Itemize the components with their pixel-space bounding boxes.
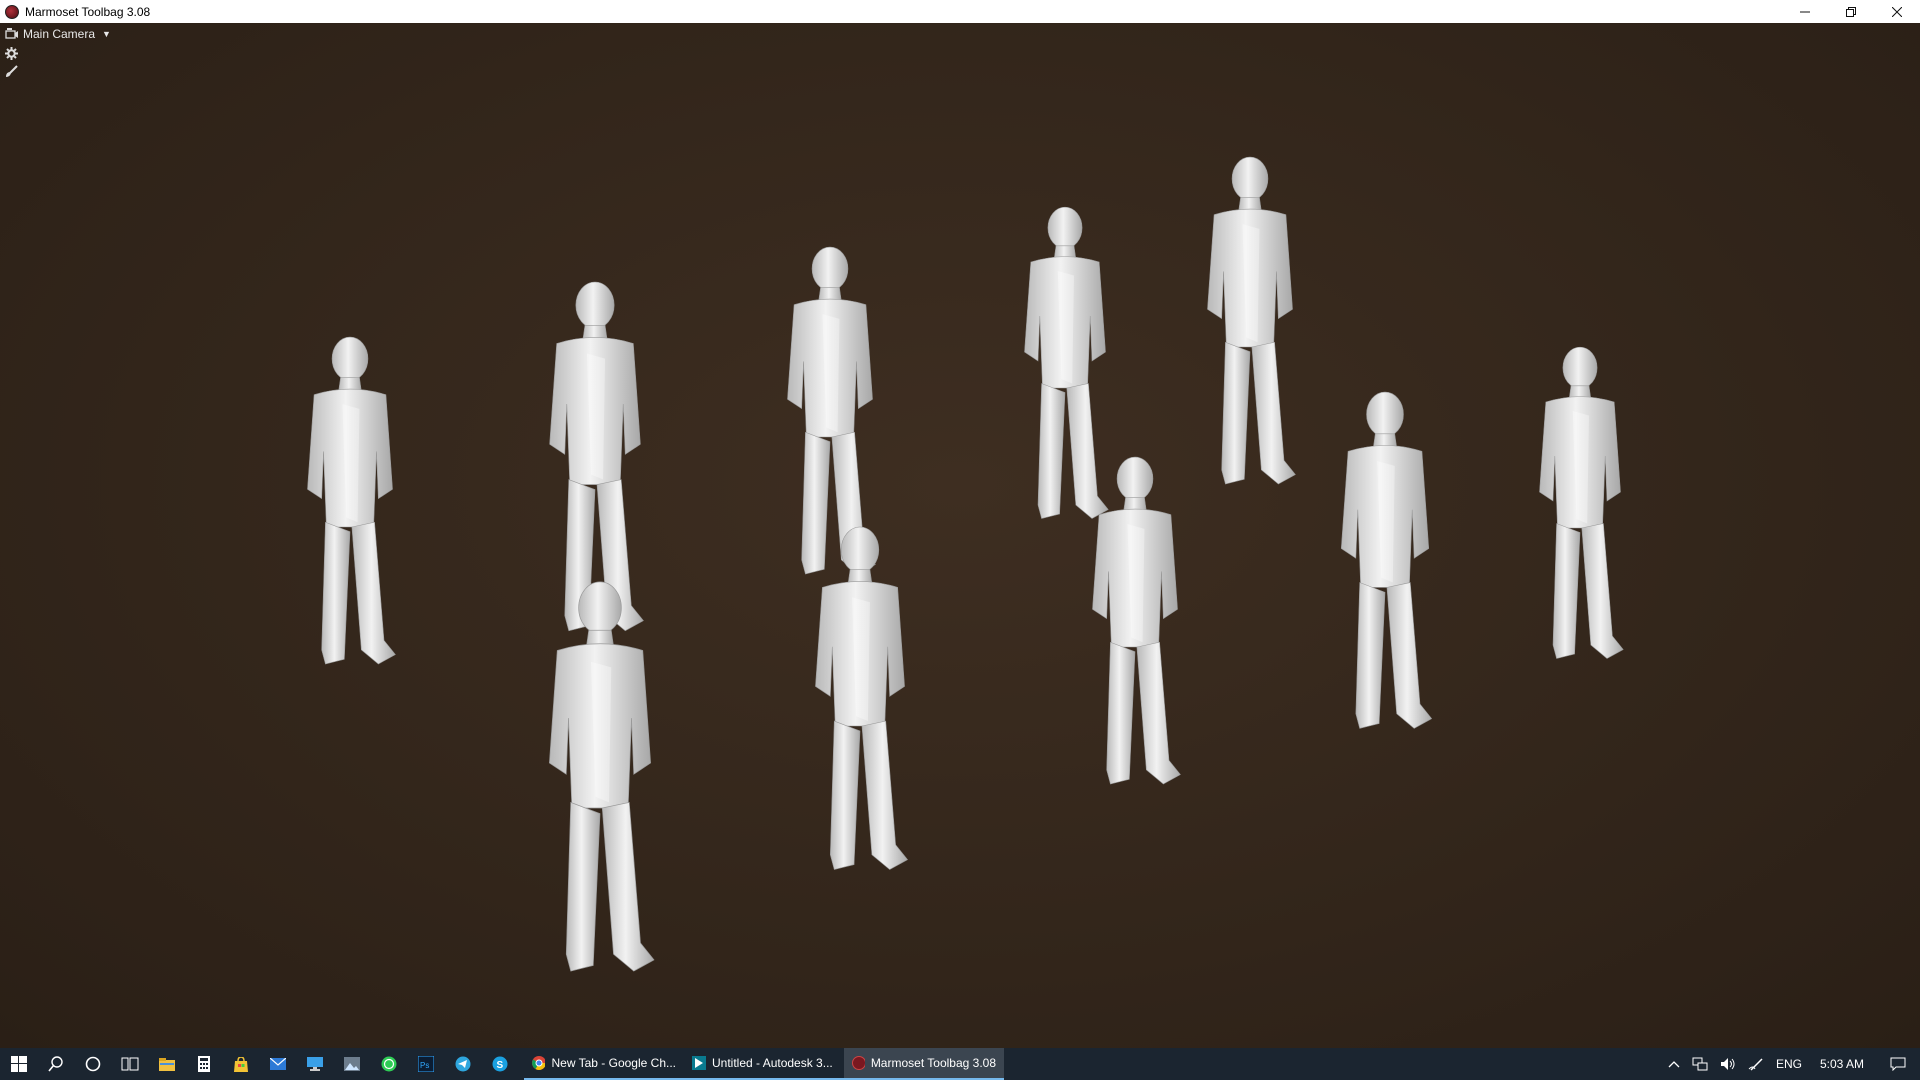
camera-icon	[4, 27, 18, 41]
close-icon	[1892, 6, 1902, 17]
cortana-icon[interactable]	[74, 1048, 111, 1080]
store-icon[interactable]	[222, 1048, 259, 1080]
photoshop-label: Ps	[420, 1061, 429, 1070]
human-figure[interactable]	[787, 246, 876, 575]
desktop-icon[interactable]	[296, 1048, 333, 1080]
3d-viewport[interactable]: Main Camera ▼	[0, 23, 1920, 1048]
human-figure[interactable]	[1207, 156, 1296, 485]
gear-icon[interactable]	[4, 46, 18, 60]
network-icon[interactable]	[1686, 1048, 1714, 1080]
camera-label: Main Camera	[23, 27, 96, 41]
restore-button[interactable]	[1828, 0, 1874, 23]
search-icon[interactable]	[37, 1048, 74, 1080]
human-figure[interactable]	[1340, 391, 1433, 729]
file-explorer-icon[interactable]	[148, 1048, 185, 1080]
taskbar-app-label: New Tab - Google Ch...	[551, 1056, 676, 1070]
system-tray: ENG 5:03 AM	[1662, 1048, 1920, 1080]
volume-icon[interactable]	[1714, 1048, 1742, 1080]
human-figure[interactable]	[1539, 346, 1624, 659]
mail-icon[interactable]	[259, 1048, 296, 1080]
chrome-icon	[532, 1056, 546, 1070]
chevron-down-icon: ▼	[102, 29, 111, 39]
human-figure[interactable]	[1024, 206, 1109, 519]
svg-text:S: S	[496, 1060, 503, 1071]
telegram-icon[interactable]	[444, 1048, 481, 1080]
marmoset-app-icon[interactable]	[5, 4, 19, 19]
skype-icon[interactable]: S	[481, 1048, 518, 1080]
camera-selector[interactable]: Main Camera ▼	[4, 26, 111, 42]
taskbar-app-label: Marmoset Toolbag 3.08	[870, 1056, 996, 1070]
minimize-icon	[1800, 11, 1810, 12]
taskbar-app-chrome[interactable]: New Tab - Google Ch...	[524, 1048, 684, 1080]
restore-icon	[1846, 6, 1856, 17]
whatsapp-icon[interactable]	[370, 1048, 407, 1080]
window-title: Marmoset Toolbag 3.08	[25, 4, 151, 19]
marmoset-window: Marmoset Toolbag 3.08 Main Camera ▼ Ps S…	[0, 0, 1920, 1080]
human-figure[interactable]	[549, 281, 644, 632]
language-indicator[interactable]: ENG	[1770, 1048, 1808, 1080]
photoshop-icon[interactable]: Ps	[407, 1048, 444, 1080]
3dsmax-icon	[692, 1056, 706, 1070]
title-bar[interactable]: Marmoset Toolbag 3.08	[0, 0, 1920, 23]
scene-render	[307, 156, 1624, 972]
notifications-icon[interactable]	[1876, 1048, 1920, 1080]
task-view-icon[interactable]	[111, 1048, 148, 1080]
taskbar-app-marmoset[interactable]: Marmoset Toolbag 3.08	[844, 1048, 1004, 1080]
windows-logo-icon[interactable]	[0, 1048, 37, 1080]
taskbar-app-label: Untitled - Autodesk 3...	[712, 1056, 833, 1070]
close-button[interactable]	[1874, 0, 1920, 23]
brush-icon[interactable]	[4, 64, 18, 78]
human-figure[interactable]	[815, 526, 908, 870]
chevron-up-icon[interactable]	[1662, 1048, 1686, 1080]
human-figure[interactable]	[307, 336, 396, 665]
windows-taskbar: Ps S New Tab - Google Ch... Untitled - A…	[0, 1048, 1920, 1080]
minimize-button[interactable]	[1782, 0, 1828, 23]
photos-icon[interactable]	[333, 1048, 370, 1080]
pen-icon[interactable]	[1742, 1048, 1770, 1080]
marmoset-icon	[852, 1056, 865, 1070]
human-figure[interactable]	[549, 581, 655, 972]
calculator-icon[interactable]	[185, 1048, 222, 1080]
taskbar-app-3dsmax[interactable]: Untitled - Autodesk 3...	[684, 1048, 844, 1080]
clock[interactable]: 5:03 AM	[1808, 1048, 1876, 1080]
